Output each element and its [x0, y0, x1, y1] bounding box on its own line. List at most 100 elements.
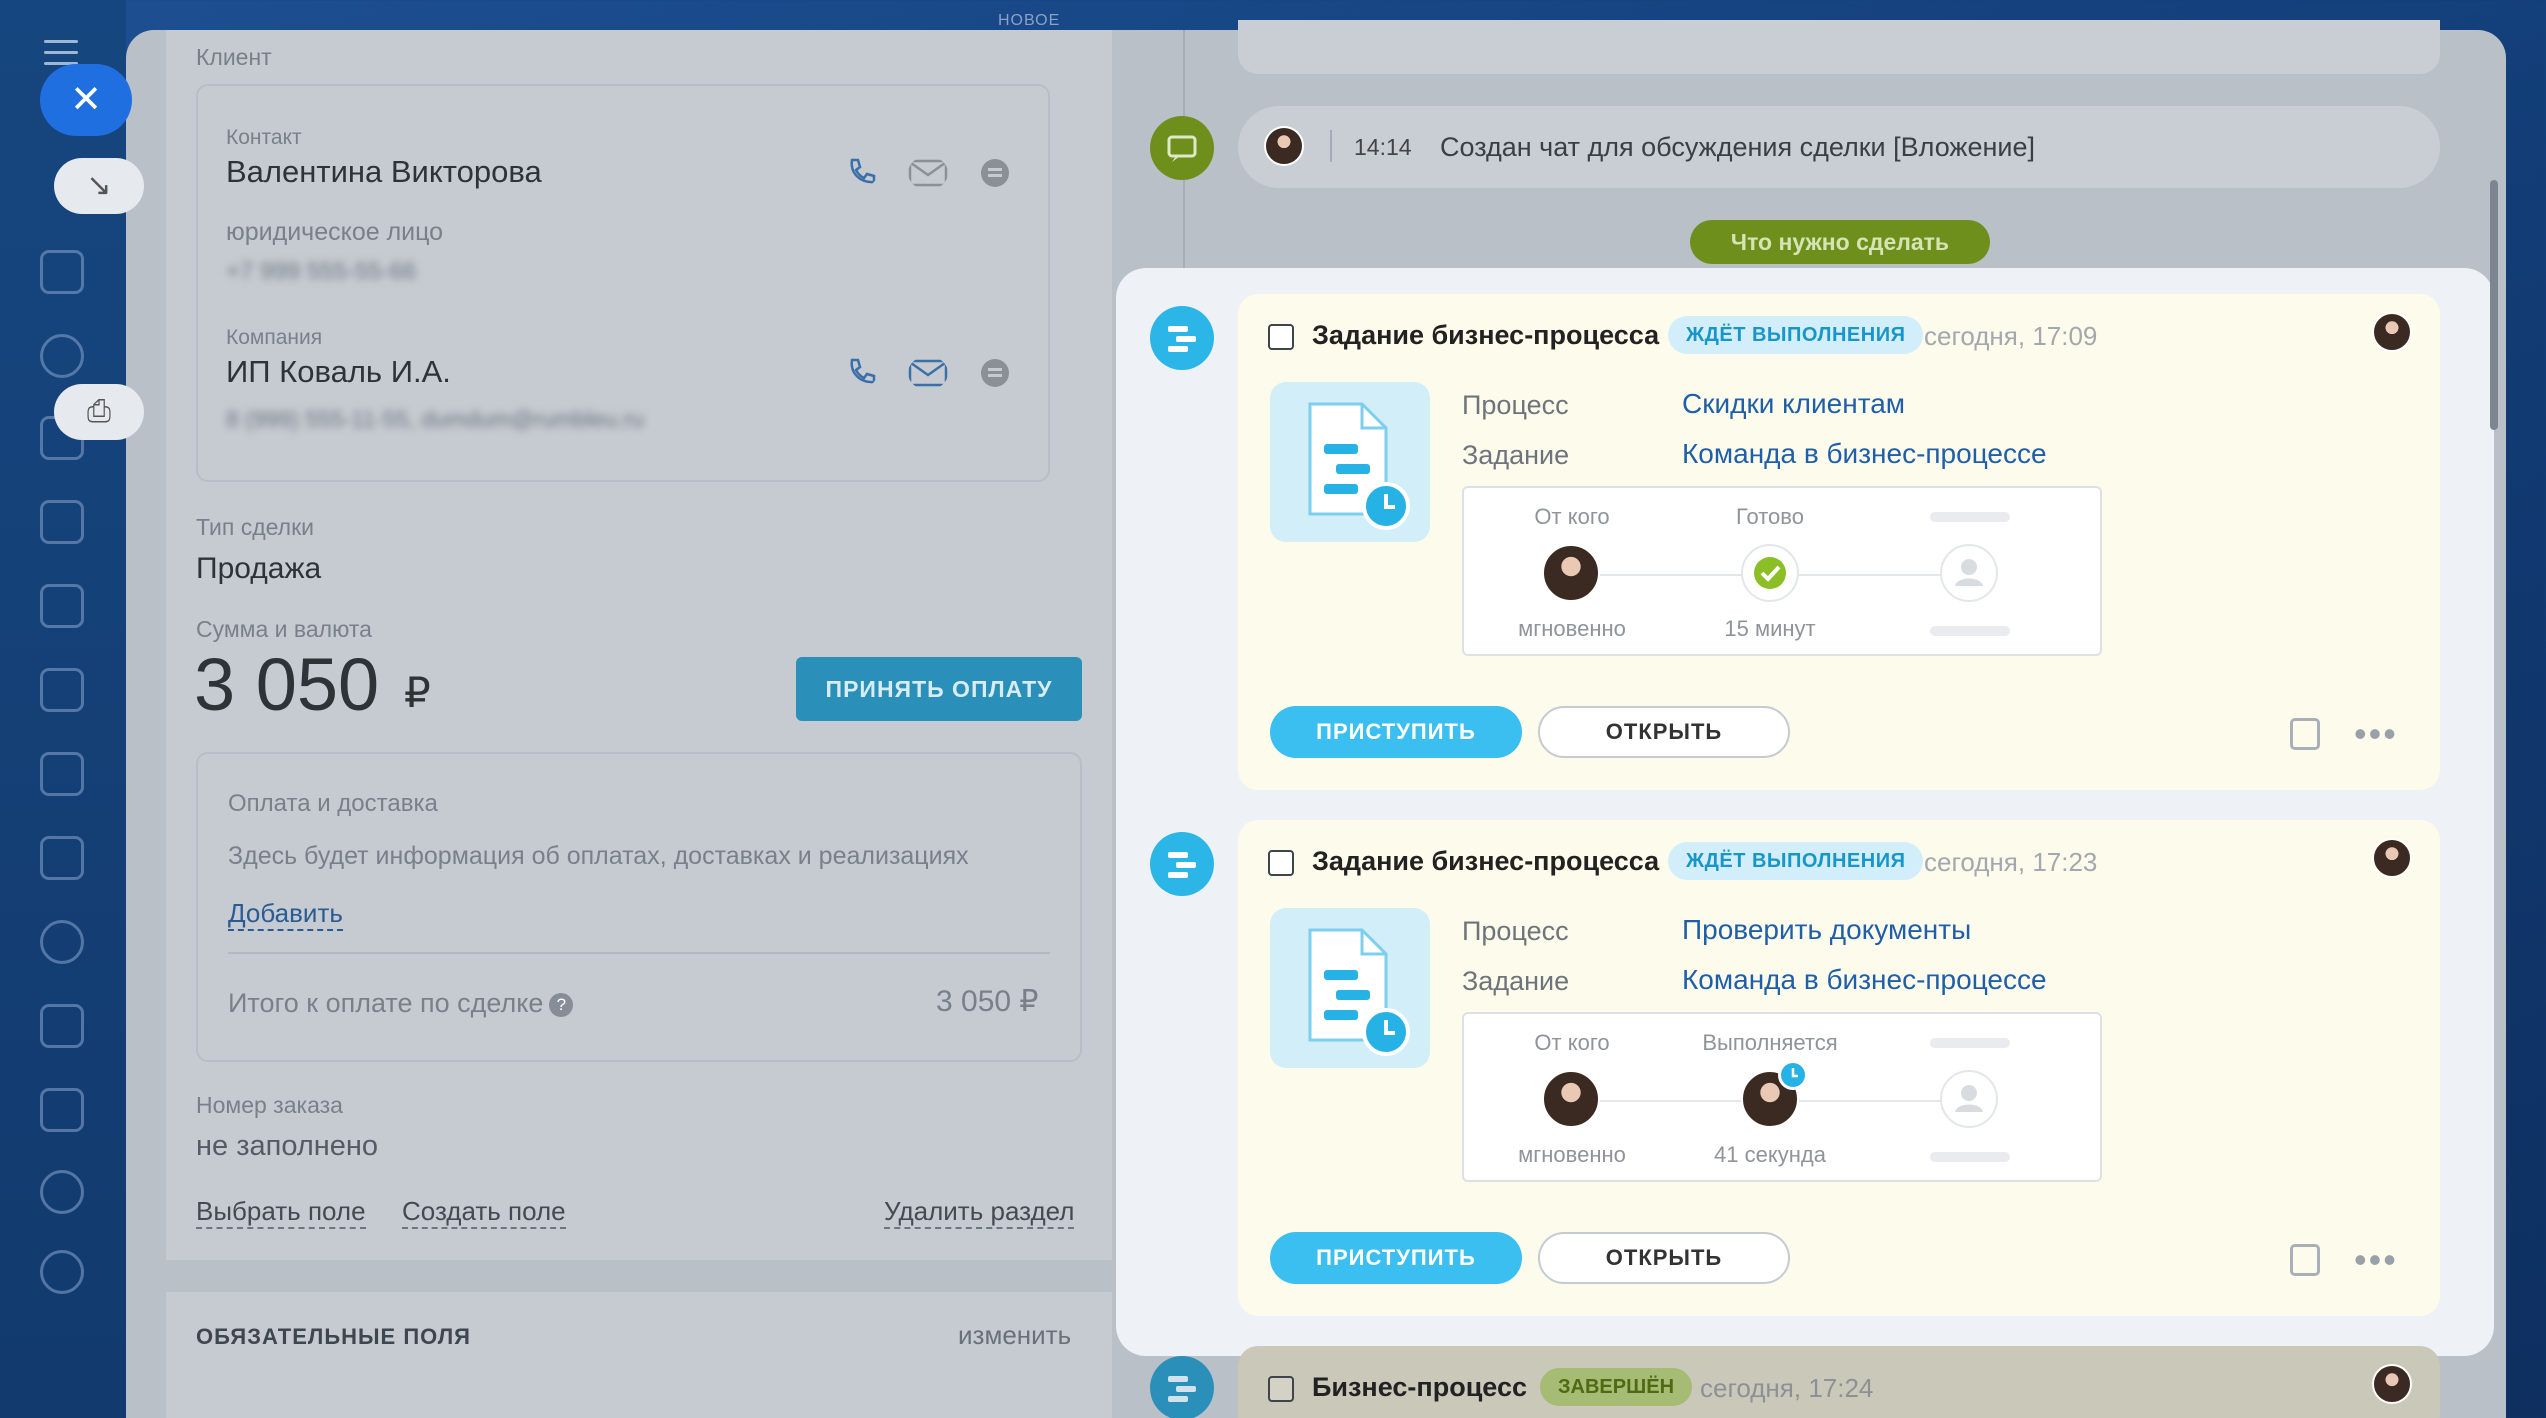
responsible-avatar[interactable]: [2372, 838, 2412, 878]
status-badge: ЖДЁТ ВЫПОЛНЕНИЯ: [1668, 842, 1924, 880]
required-fields-panel: [166, 1292, 1112, 1418]
calendar-icon[interactable]: [40, 584, 84, 628]
placeholder-bar: [1930, 512, 2010, 522]
choose-field-link[interactable]: Выбрать поле: [196, 1196, 366, 1229]
start-button[interactable]: ПРИСТУПИТЬ: [1270, 706, 1522, 758]
done-label: Готово: [1736, 504, 1804, 529]
company-phone-icon[interactable]: [844, 354, 878, 388]
close-button[interactable]: ✕: [40, 64, 132, 136]
timeline-scrollbar[interactable]: [2490, 180, 2498, 430]
deal-type-value: Продажа: [196, 552, 322, 585]
business-process-icon: [1150, 1356, 1214, 1418]
task-label: Задание: [1462, 440, 1570, 470]
done-time: 15 минут: [1724, 616, 1816, 641]
next-user-node: [1940, 544, 1998, 602]
progress-time: 41 секунда: [1714, 1142, 1826, 1167]
clock-icon: [1778, 1060, 1808, 1090]
currency-symbol: ₽: [404, 669, 431, 716]
note-icon[interactable]: [2290, 1244, 2320, 1276]
task-link[interactable]: Команда в бизнес-процессе: [1682, 438, 2047, 470]
process-label: Процесс: [1462, 390, 1569, 420]
status-badge: ЖДЁТ ВЫПОЛНЕНИЯ: [1668, 316, 1924, 354]
delete-section-link[interactable]: Удалить раздел: [884, 1196, 1075, 1229]
task-flow: От кого Выполняется мгновенно 41 секунда: [1462, 1012, 2102, 1182]
todo-divider: Что нужно сделать: [1690, 220, 1990, 264]
from-time: мгновенно: [1518, 1142, 1626, 1167]
mail-icon[interactable]: [40, 836, 84, 880]
process-label: Процесс: [1462, 916, 1569, 946]
sign-icon[interactable]: [40, 1004, 84, 1048]
print-icon: ⎙: [87, 395, 111, 428]
process-time: сегодня, 17:24: [1700, 1373, 1874, 1403]
store-icon[interactable]: [40, 752, 84, 796]
print-button[interactable]: ⎙: [54, 384, 144, 440]
email-icon[interactable]: [908, 156, 948, 190]
contacts-icon[interactable]: [40, 920, 84, 964]
client-section-label: Клиент: [196, 44, 272, 70]
sum-value: 3 050: [194, 643, 380, 726]
bp-document-icon: [1308, 928, 1410, 1056]
close-icon: ✕: [70, 79, 102, 121]
contact-phone[interactable]: +7 999 555-55-66: [226, 258, 416, 286]
minimize-button[interactable]: ↘: [54, 158, 144, 214]
task-complete-checkbox[interactable]: [1268, 850, 1294, 876]
deal-type-label: Тип сделки: [196, 514, 315, 540]
process-checkbox[interactable]: [1268, 1376, 1294, 1402]
responsible-avatar[interactable]: [2372, 1364, 2412, 1404]
open-button[interactable]: ОТКРЫТЬ: [1538, 706, 1790, 758]
more-icon[interactable]: •••: [2354, 716, 2398, 752]
chat-bubble-icon[interactable]: [978, 156, 1012, 190]
accept-payment-button[interactable]: ПРИНЯТЬ ОПЛАТУ: [796, 657, 1082, 721]
contact-name[interactable]: Валентина Викторова: [226, 154, 542, 190]
payment-info: Здесь будет информация об оплатах, доста…: [228, 842, 969, 870]
process-link[interactable]: Скидки клиентам: [1682, 388, 1905, 420]
placeholder-bar: [1930, 626, 2010, 636]
task-title: Задание бизнес-процесса: [1312, 320, 1660, 350]
settings-icon[interactable]: [40, 1250, 84, 1294]
business-process-icon: [1150, 832, 1214, 896]
docs-icon[interactable]: [40, 668, 84, 712]
sum-label: Сумма и валюта: [196, 616, 372, 642]
task-title: Задание бизнес-процесса: [1312, 846, 1660, 876]
add-payment-link[interactable]: Добавить: [228, 898, 343, 931]
separator: [1330, 130, 1332, 162]
top-label: НОВОЕ: [998, 12, 1061, 29]
chat-time: 14:14: [1354, 134, 1412, 160]
create-field-link[interactable]: Создать поле: [402, 1196, 566, 1229]
task-complete-checkbox[interactable]: [1268, 324, 1294, 350]
chat-text[interactable]: Создан чат для обсуждения сделки [Вложен…: [1440, 132, 2035, 163]
total-label: Итого к оплате по сделке?: [228, 988, 574, 1019]
required-fields-edit[interactable]: изменить: [958, 1320, 1071, 1351]
order-number-label: Номер заказа: [196, 1092, 343, 1118]
open-button[interactable]: ОТКРЫТЬ: [1538, 1232, 1790, 1284]
note-icon[interactable]: [2290, 718, 2320, 750]
user-placeholder-icon: [1955, 1085, 1983, 1112]
placeholder-bar: [1930, 1038, 2010, 1048]
document-thumbnail: [1270, 382, 1430, 542]
chat-icon[interactable]: [40, 500, 84, 544]
start-button[interactable]: ПРИСТУПИТЬ: [1270, 1232, 1522, 1284]
company-chat-icon[interactable]: [978, 356, 1012, 390]
completed-badge: ЗАВЕРШЁН: [1540, 1368, 1693, 1406]
filter-icon[interactable]: [40, 1088, 84, 1132]
chat-author-avatar[interactable]: [1264, 126, 1304, 166]
sites-icon[interactable]: [40, 1170, 84, 1214]
next-user-node: [1940, 1070, 1998, 1128]
company-label: Компания: [226, 326, 323, 349]
crm-icon[interactable]: [40, 334, 84, 378]
process-link[interactable]: Проверить документы: [1682, 914, 1971, 946]
tasks-icon[interactable]: [40, 250, 84, 294]
task-link[interactable]: Команда в бизнес-процессе: [1682, 964, 2047, 996]
help-icon[interactable]: ?: [549, 992, 574, 1017]
more-icon[interactable]: •••: [2354, 1242, 2398, 1278]
company-name[interactable]: ИП Коваль И.А.: [226, 354, 451, 390]
responsible-avatar[interactable]: [2372, 312, 2412, 352]
from-time: мгновенно: [1518, 616, 1626, 641]
from-avatar[interactable]: [1542, 544, 1600, 602]
company-details: 8 (999) 555-11-55, dumdum@rumbleu.ru: [226, 406, 644, 432]
phone-icon[interactable]: [844, 154, 878, 188]
total-value: 3 050 ₽: [936, 985, 1039, 1018]
company-email-icon[interactable]: [908, 356, 948, 390]
divider: [228, 952, 1050, 954]
from-avatar[interactable]: [1542, 1070, 1600, 1128]
